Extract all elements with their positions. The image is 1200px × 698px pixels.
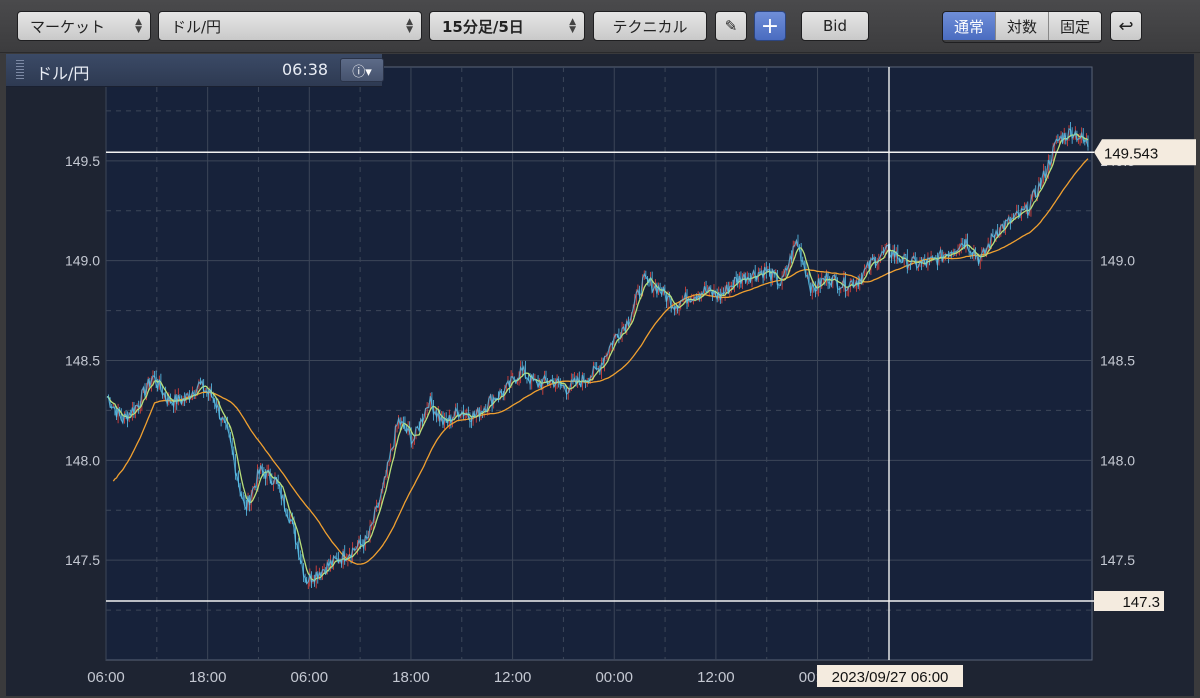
x-tick-label: 06:00	[87, 669, 125, 686]
current-price-label: 149.543	[1104, 145, 1158, 162]
x-tick-label: 00:00	[595, 669, 633, 686]
y-tick-label: 149.0	[65, 253, 100, 269]
y-tick-label: 148.5	[65, 353, 100, 369]
info-menu-button[interactable]: ⓘ▾	[340, 58, 384, 82]
y-tick-label: 148.0	[1100, 452, 1135, 468]
y-tick-label: 148.0	[65, 452, 100, 468]
x-tick-label: 06:00	[291, 669, 329, 686]
y-tick-label: 148.5	[1100, 353, 1135, 369]
info-icon: ⓘ▾	[352, 64, 372, 80]
x-tick-label: 12:00	[494, 669, 532, 686]
info-symbol: ドル/円	[36, 64, 90, 83]
x-tick-label: 18:00	[189, 669, 227, 686]
y-tick-label: 149.5	[65, 153, 100, 169]
x-tick-label: 12:00	[697, 669, 735, 686]
y-axis-left: 147.5 148.0 148.5 149.0 149.5	[65, 153, 100, 568]
x-axis: 06:0018:0006:0018:0012:0000:0012:0000:00	[87, 669, 836, 686]
crosshair-price-label: 147.3	[1122, 594, 1160, 611]
price-chart[interactable]: 147.5 148.0 148.5 149.0 149.5 147.5 148.0 148.…	[0, 0, 1200, 698]
crosshair-time-label: 2023/09/27 06:00	[832, 669, 949, 686]
y-tick-label: 147.5	[65, 552, 100, 568]
x-tick-label: 18:00	[392, 669, 430, 686]
plot-background	[105, 66, 1093, 661]
drag-grip-icon[interactable]	[16, 60, 24, 80]
y-tick-label: 149.0	[1100, 253, 1135, 269]
symbol-info-bar: ドル/円 06:38 ⓘ▾	[6, 54, 384, 87]
y-tick-label: 147.5	[1100, 552, 1135, 568]
y-axis-right: 147.5148.0148.5149.0149.5	[1100, 153, 1135, 568]
info-time: 06:38	[282, 60, 329, 79]
